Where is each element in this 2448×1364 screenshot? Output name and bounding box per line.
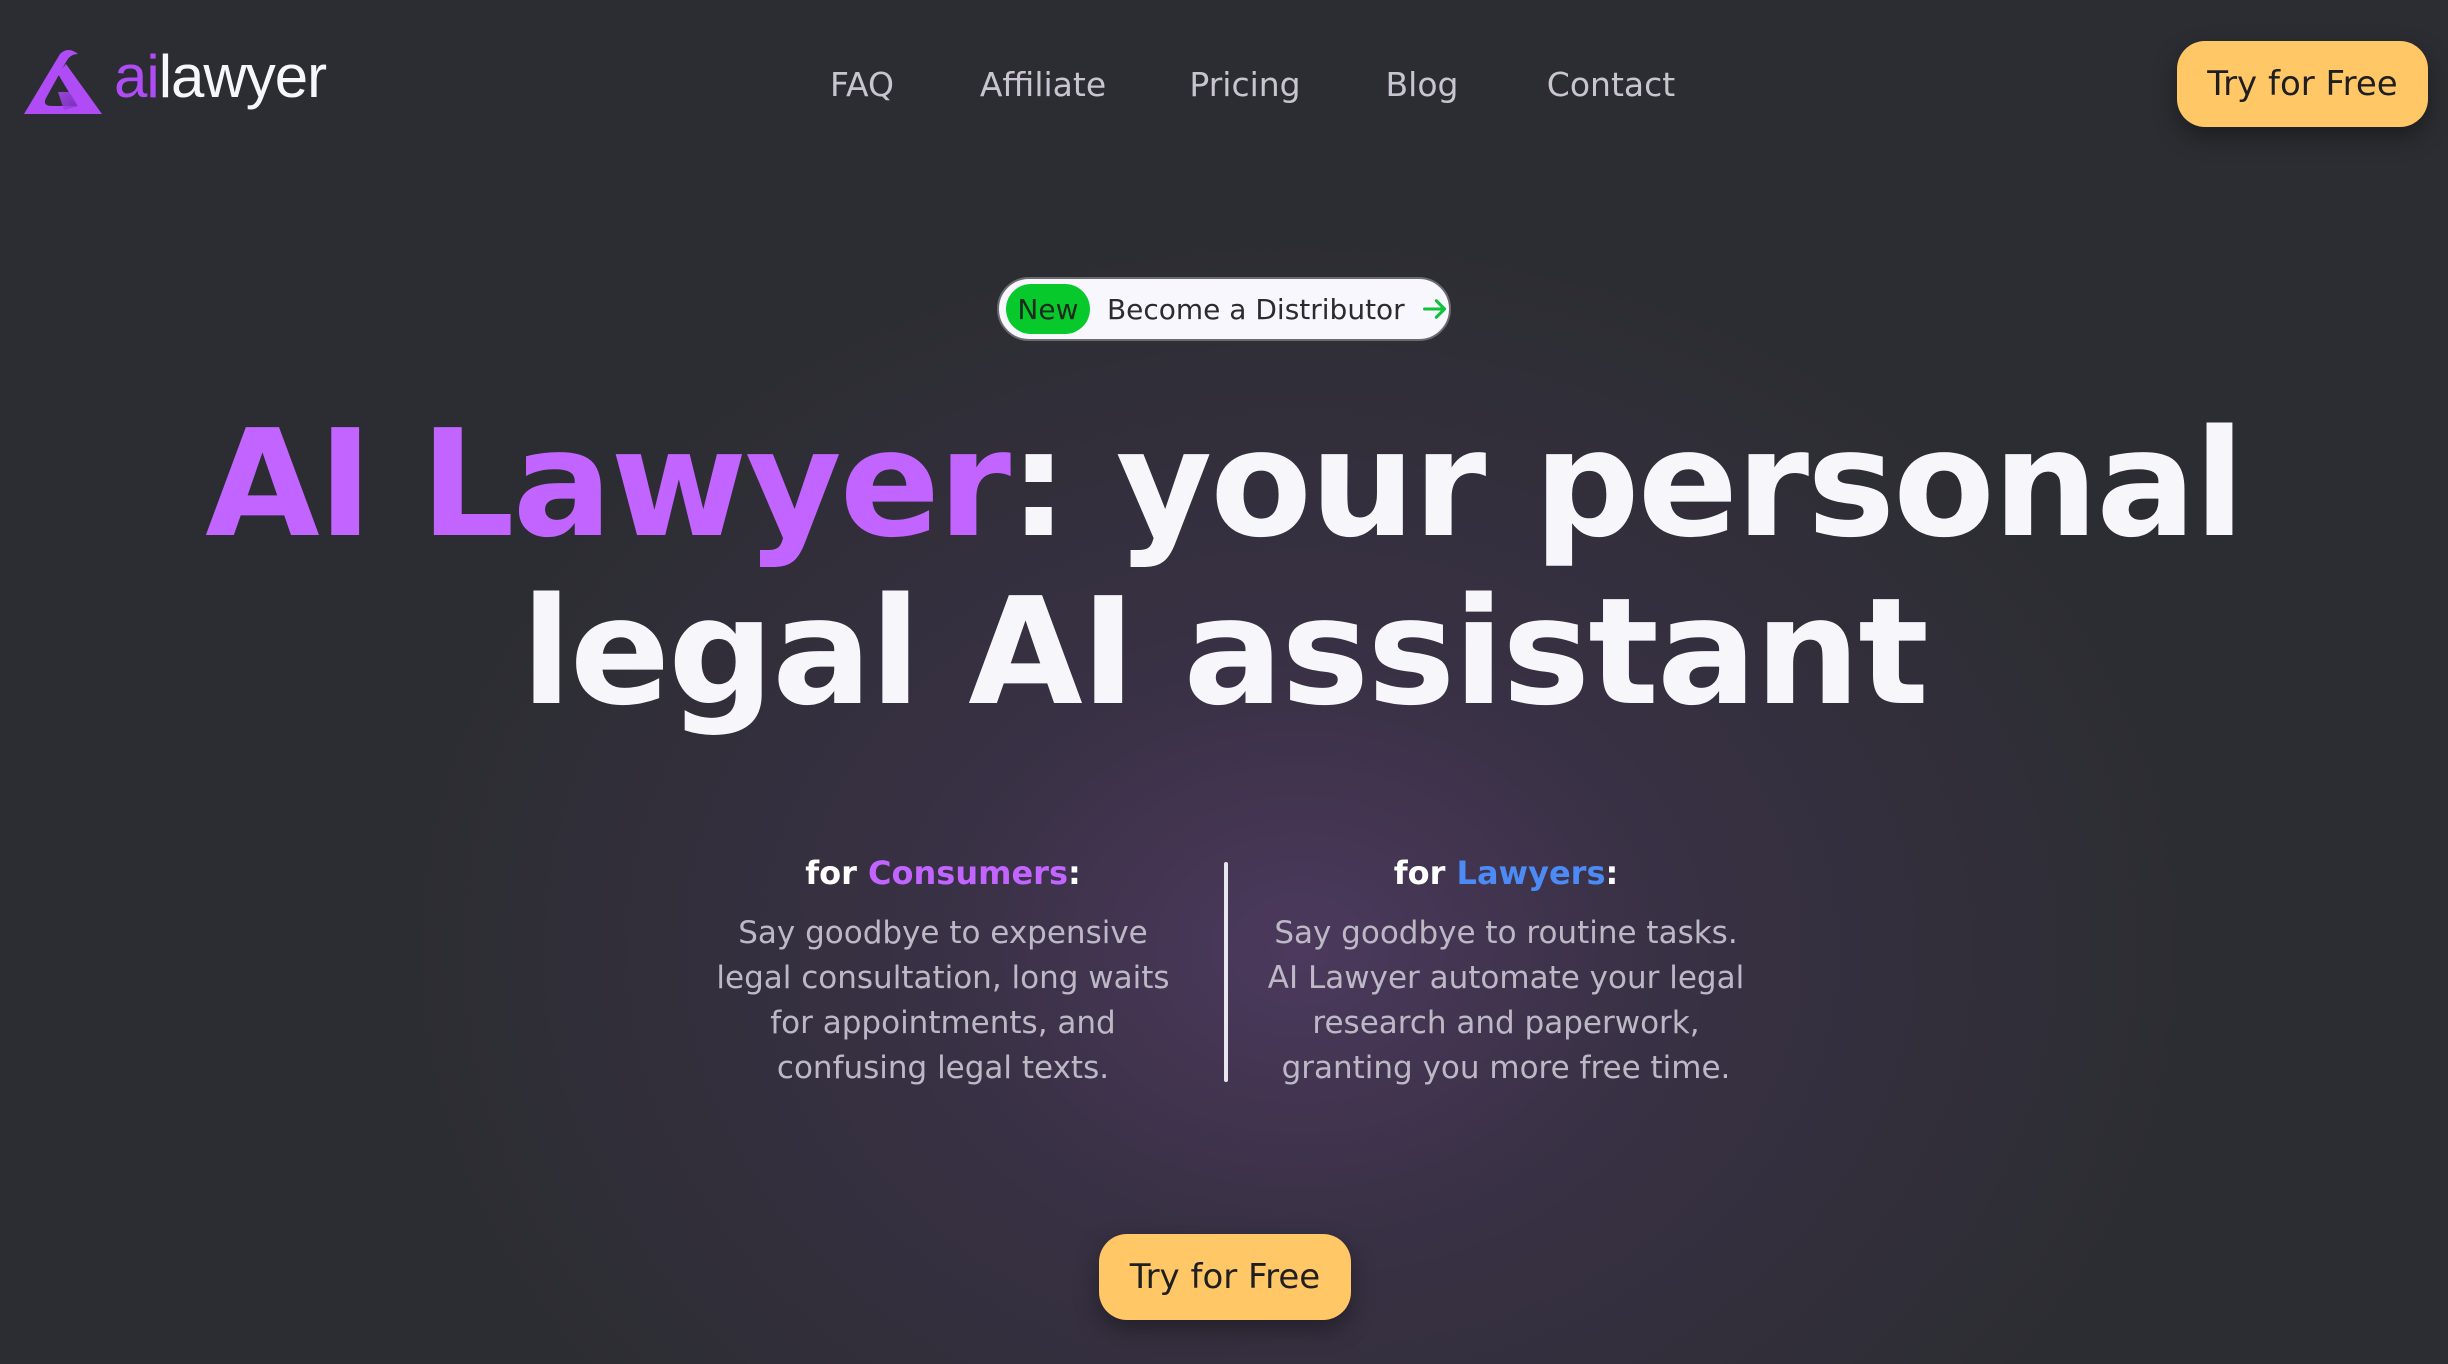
hero-title-line2: legal AI assistant (521, 566, 1929, 738)
nav-blog[interactable]: Blog (1386, 60, 1459, 110)
lawyers-description: Say goodbye to routine tasks. AI Lawyer … (1267, 915, 1745, 1086)
hero-title-accent: AI Lawyer (205, 398, 1011, 570)
site-header: ailawyer FAQ Affiliate Pricing Blog Cont… (0, 0, 2448, 170)
nav-faq[interactable]: FAQ (830, 60, 894, 110)
hero-try-free-button[interactable]: Try for Free (1099, 1234, 1351, 1320)
lawyers-heading: for Lawyers: (1393, 854, 1619, 892)
arrow-right-icon (1422, 299, 1446, 319)
badge-text: Become a Distributor (1106, 292, 1405, 326)
nav-pricing[interactable]: Pricing (1189, 60, 1300, 110)
distributor-badge-link[interactable]: New Become a Distributor (997, 277, 1451, 341)
hero-title: AI Lawyer: your personal legal AI assist… (0, 400, 2448, 736)
nav-contact[interactable]: Contact (1547, 60, 1675, 110)
consumers-heading: for Consumers: (805, 854, 1081, 892)
consumers-description: Say goodbye to expensive legal consultat… (716, 915, 1170, 1086)
lawyers-column: for Lawyers: Say goodbye to routine task… (1226, 845, 1786, 1091)
main-nav: FAQ Affiliate Pricing Blog Contact (0, 60, 2448, 110)
consumers-column: for Consumers: Say goodbye to expensive … (663, 845, 1223, 1091)
new-tag: New (1006, 284, 1090, 334)
header-try-free-button[interactable]: Try for Free (2177, 41, 2428, 127)
hero-title-rest: : your personal (1009, 398, 2245, 570)
nav-affiliate[interactable]: Affiliate (980, 60, 1106, 110)
